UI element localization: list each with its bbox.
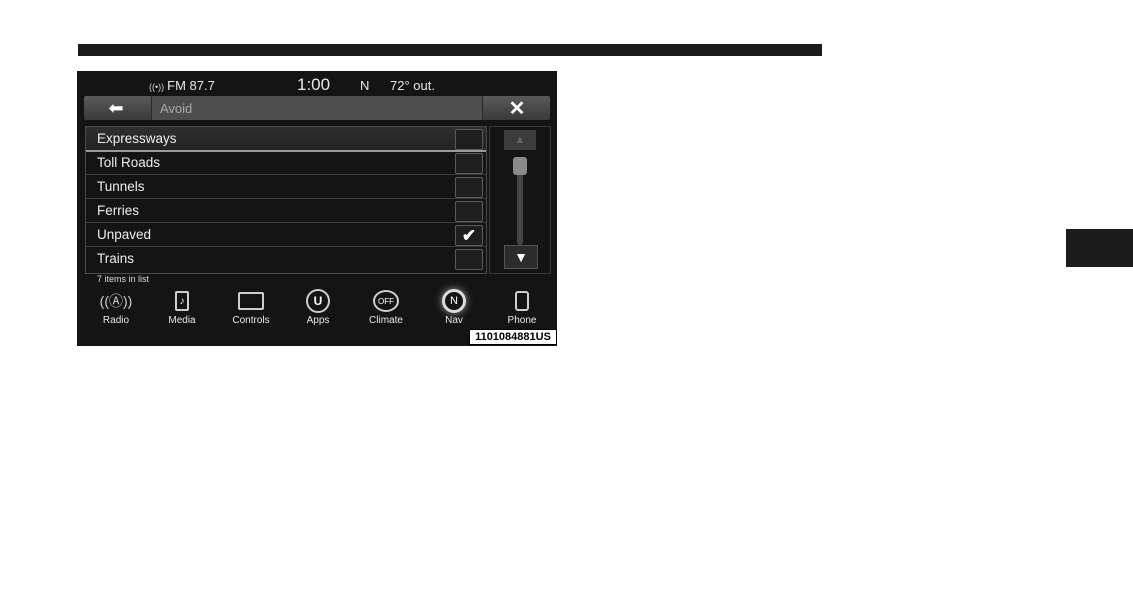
list-item[interactable]: Ferries bbox=[86, 199, 486, 223]
checkbox[interactable] bbox=[455, 201, 483, 222]
nav-label: Radio bbox=[102, 315, 130, 326]
checkbox-checked[interactable]: ✔ bbox=[455, 225, 483, 246]
chapter-tab bbox=[1066, 229, 1133, 267]
checkbox[interactable] bbox=[455, 153, 483, 174]
list-item[interactable]: Toll Roads bbox=[86, 151, 486, 175]
close-icon: ✕ bbox=[508, 97, 526, 120]
title-field: Avoid bbox=[151, 96, 483, 120]
list-item[interactable]: Trains bbox=[86, 247, 486, 270]
nav-label: Nav bbox=[445, 315, 463, 326]
status-bar: ((•)) FM 87.7 1:00 N 72° out. bbox=[77, 71, 557, 95]
list-item-label: Tunnels bbox=[97, 179, 145, 194]
list-item[interactable]: Tunnels bbox=[86, 175, 486, 199]
checkbox[interactable] bbox=[455, 177, 483, 198]
nav-label: Phone bbox=[507, 315, 537, 326]
list-item-label: Ferries bbox=[97, 203, 140, 218]
list-item-label: Toll Roads bbox=[97, 155, 161, 170]
signal-icon: ((•)) bbox=[149, 82, 165, 92]
bottom-nav-bar: ((Ⓐ)) Radio ♪ Media Controls U Apps OFF … bbox=[77, 285, 557, 331]
item-count: 7 items in list bbox=[97, 274, 150, 284]
nav-label: Controls bbox=[232, 315, 270, 326]
nav-climate[interactable]: OFF Climate bbox=[351, 285, 421, 331]
checkmark-icon: ✔ bbox=[461, 225, 477, 245]
list-item-label: Trains bbox=[97, 251, 135, 266]
page-header-rule bbox=[78, 44, 822, 56]
scrollbar: ▲ ▼ bbox=[489, 126, 551, 274]
triangle-down-icon: ▼ bbox=[514, 249, 528, 265]
left-arrow-icon: ⬅ bbox=[108, 97, 124, 118]
radio-status[interactable]: ((•)) FM 87.7 bbox=[149, 78, 215, 93]
antenna-icon: ((Ⓐ)) bbox=[99, 293, 133, 309]
list-item[interactable]: Unpaved ✔ bbox=[86, 223, 486, 247]
climate-icon: OFF bbox=[373, 288, 399, 314]
list-item-label: Unpaved bbox=[97, 227, 152, 242]
scroll-thumb[interactable] bbox=[513, 157, 527, 175]
nav-controls[interactable]: Controls bbox=[216, 285, 286, 331]
nav-phone[interactable]: Phone bbox=[487, 285, 557, 331]
avoid-list: Expressways Toll Roads Tunnels Ferries U… bbox=[85, 126, 487, 274]
nav-nav[interactable]: N Nav bbox=[419, 285, 489, 331]
back-button[interactable]: ⬅ bbox=[84, 96, 148, 120]
apps-icon: U bbox=[305, 288, 331, 314]
close-button[interactable]: ✕ bbox=[488, 96, 546, 120]
nav-label: Media bbox=[168, 315, 196, 326]
clock: 1:00 bbox=[297, 75, 331, 94]
outside-temperature: 72° out. bbox=[390, 78, 435, 93]
header-bar: ⬅ Avoid ✕ bbox=[84, 96, 550, 120]
checkbox[interactable] bbox=[455, 249, 483, 270]
nav-radio[interactable]: ((Ⓐ)) Radio bbox=[81, 285, 151, 331]
list-item[interactable]: Expressways bbox=[86, 127, 486, 152]
scroll-up-button[interactable]: ▲ bbox=[504, 130, 536, 150]
list-item-label: Expressways bbox=[97, 131, 177, 146]
uconnect-screen: ((•)) FM 87.7 1:00 N 72° out. ⬅ Avoid ✕ E… bbox=[77, 71, 557, 346]
nav-label: Climate bbox=[369, 315, 403, 326]
scroll-down-button[interactable]: ▼ bbox=[504, 245, 538, 269]
compass-heading: N bbox=[360, 78, 370, 93]
triangle-up-icon: ▲ bbox=[514, 134, 526, 146]
nav-media[interactable]: ♪ Media bbox=[147, 285, 217, 331]
controls-icon bbox=[238, 288, 264, 314]
nav-label: Apps bbox=[306, 315, 330, 326]
media-icon: ♪ bbox=[169, 288, 195, 314]
figure-id-label: 1101084881US bbox=[469, 329, 557, 345]
compass-icon: N bbox=[441, 288, 467, 314]
page-title: Avoid bbox=[160, 101, 193, 116]
nav-apps[interactable]: U Apps bbox=[283, 285, 353, 331]
checkbox[interactable] bbox=[455, 129, 483, 150]
phone-icon bbox=[509, 288, 535, 314]
